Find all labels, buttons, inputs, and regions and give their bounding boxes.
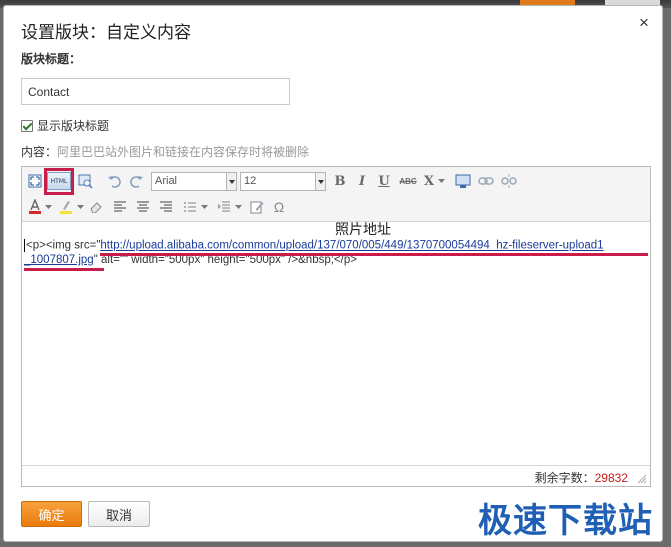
superscript-icon[interactable]: X	[422, 172, 436, 190]
block-title-input[interactable]	[21, 78, 290, 105]
link-icon[interactable]	[477, 172, 495, 190]
chars-left-label: 剩余字数：	[534, 471, 595, 485]
site-watermark: 极速下载站	[478, 501, 653, 541]
content-hint: 阿里巴巴站外图片和链接在内容保存时将被删除	[57, 145, 310, 159]
align-center-icon[interactable]	[135, 198, 151, 216]
undo-icon[interactable]	[106, 172, 122, 190]
chevron-down-icon[interactable]	[76, 198, 84, 216]
align-right-icon[interactable]	[158, 198, 174, 216]
bold-icon[interactable]: B	[332, 172, 348, 190]
editor-toolbar: HTML Arial 12 B I U ABC X Ω	[22, 167, 650, 222]
indent-icon[interactable]	[216, 198, 232, 216]
chevron-down-icon[interactable]	[234, 198, 242, 216]
highlight-icon[interactable]	[58, 198, 74, 216]
image-url-part2[interactable]: _1007807.jpg	[24, 254, 94, 266]
chevron-down-icon[interactable]	[315, 173, 325, 190]
eraser-icon[interactable]	[88, 198, 104, 216]
font-size-value: 12	[244, 175, 257, 187]
fullscreen-icon[interactable]	[27, 172, 43, 190]
custom-content-dialog: 设置版块：自定义内容 × 版块标题： 显示版块标题 内容：阿里巴巴站外图片和链接…	[3, 5, 663, 542]
resize-handle-icon[interactable]	[637, 474, 647, 484]
editor-status-bar: 剩余字数：29832	[22, 465, 650, 486]
code-line: <p><img src="http://upload.alibaba.com/c…	[24, 239, 604, 252]
photo-url-annotation: 照片地址	[335, 222, 391, 238]
confirm-button[interactable]: 确定	[21, 501, 82, 527]
chevron-down-icon[interactable]	[44, 198, 52, 216]
font-size-select[interactable]: 12	[240, 172, 326, 191]
unlink-icon[interactable]	[500, 172, 518, 190]
close-icon[interactable]: ×	[636, 14, 652, 31]
font-family-select[interactable]: Arial	[151, 172, 237, 191]
show-title-checkbox[interactable]	[21, 119, 33, 132]
code-prefix: <p><img src="	[26, 239, 101, 252]
chevron-down-icon[interactable]	[436, 172, 446, 190]
chars-left-value: 29832	[594, 471, 628, 485]
align-left-icon[interactable]	[112, 198, 128, 216]
strikethrough-icon[interactable]: ABC	[397, 172, 419, 190]
chevron-down-icon[interactable]	[226, 173, 236, 190]
chevron-down-icon[interactable]	[200, 198, 208, 216]
rich-text-editor: HTML Arial 12 B I U ABC X Ω 照片地址 <p><img…	[21, 166, 651, 487]
show-title-row[interactable]: 显示版块标题	[21, 117, 109, 134]
image-url-part1[interactable]: http://upload.alibaba.com/common/upload/…	[100, 240, 603, 252]
special-char-icon[interactable]: Ω	[271, 198, 287, 216]
cancel-button[interactable]: 取消	[88, 501, 150, 527]
html-source-area[interactable]: 照片地址 <p><img src="http://upload.alibaba.…	[22, 221, 650, 466]
font-color-icon[interactable]	[27, 198, 43, 216]
html-button-highlight	[44, 168, 74, 195]
redo-icon[interactable]	[129, 172, 145, 190]
preview-icon[interactable]	[77, 172, 93, 190]
list-icon[interactable]	[182, 198, 198, 216]
italic-icon[interactable]: I	[354, 172, 370, 190]
text-cursor	[24, 239, 25, 252]
block-title-label: 版块标题：	[21, 52, 82, 66]
url-underline-annotation	[100, 253, 648, 256]
font-family-value: Arial	[155, 175, 178, 187]
show-title-label: 显示版块标题	[37, 119, 110, 133]
url-underline-annotation	[24, 268, 104, 271]
underline-icon[interactable]: U	[376, 172, 392, 190]
dialog-title: 设置版块：自定义内容	[21, 23, 191, 43]
chars-left: 剩余字数：29832	[535, 469, 628, 486]
content-row: 内容：阿里巴巴站外图片和链接在内容保存时将被删除	[21, 143, 309, 160]
image-icon[interactable]	[454, 172, 472, 190]
content-label: 内容：	[21, 145, 58, 159]
edit-icon[interactable]	[249, 198, 265, 216]
